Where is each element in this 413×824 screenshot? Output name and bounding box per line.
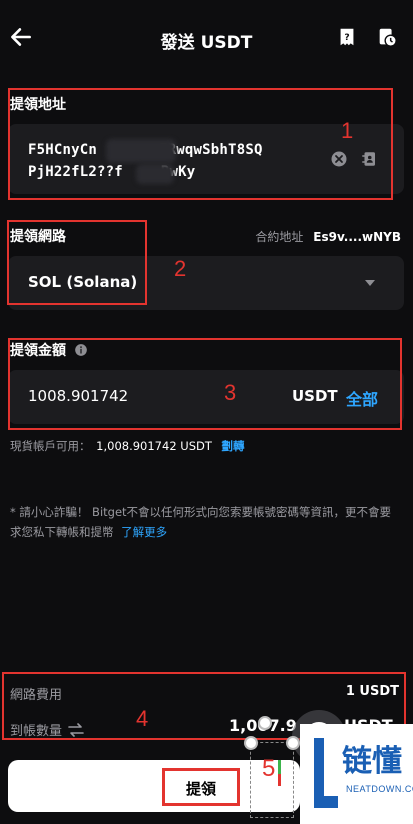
annotation-box-2 [7, 220, 147, 305]
fraud-warning: * 請小心詐騙！ Bitget不會以任何形式向您索要帳號密碼等資訊，更不會要求您… [10, 505, 392, 539]
chevron-down-icon [365, 280, 375, 286]
annotation-number-1: 1 [341, 118, 354, 143]
annotation-number-4: 4 [136, 706, 149, 731]
annotation-number-5: 5 [262, 755, 276, 782]
learn-more-link[interactable]: 了解更多 [121, 525, 167, 539]
logo-l-icon [314, 738, 338, 808]
rotate-handle[interactable] [258, 716, 272, 730]
available-balance: 現貨帳戶可用： 1,008.901742 USDT 劃轉 [10, 439, 245, 453]
watermark-logo: 链懂 NEATDOWN.COM [300, 724, 413, 824]
top-bar: 發送 USDT ? [0, 18, 413, 62]
annotation-box-3 [8, 338, 402, 430]
submit-withdraw-button[interactable]: 提領 [162, 768, 240, 806]
marker-green [278, 760, 281, 774]
resize-handle-tr[interactable] [286, 736, 300, 750]
contract-address[interactable]: 合約地址 Es9v....wNYB [255, 228, 401, 245]
watermark-cn: 链懂 [342, 744, 402, 779]
annotation-box-1 [8, 88, 393, 200]
svg-text:?: ? [344, 32, 349, 43]
help-icon[interactable]: ? [336, 26, 358, 48]
annotation-number-2: 2 [174, 256, 187, 281]
submit-button-label: 提領 [185, 780, 216, 798]
resize-handle-tl[interactable] [244, 736, 258, 750]
history-icon[interactable] [376, 26, 398, 48]
annotation-number-3: 3 [224, 380, 237, 405]
transfer-link[interactable]: 劃轉 [222, 439, 245, 453]
watermark-en: NEATDOWN.COM [346, 784, 413, 794]
marker-red [278, 774, 281, 786]
